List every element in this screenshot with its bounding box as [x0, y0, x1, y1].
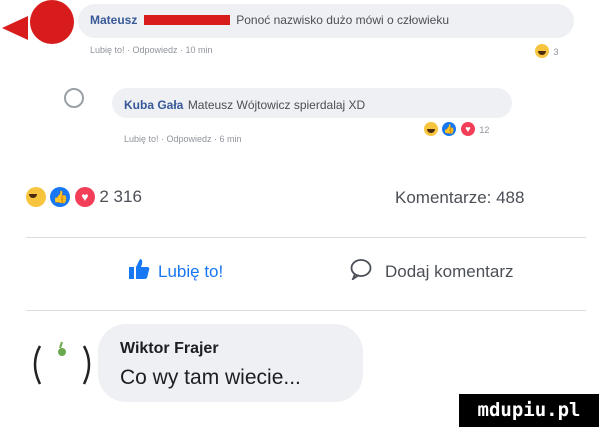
love-reaction-icon: ♥ [74, 187, 95, 207]
comment-2-text: Mateusz Wójtowicz spierdalaj XD [187, 98, 366, 112]
like-thumb-icon[interactable] [128, 258, 150, 280]
haha-emoji-icon [26, 187, 46, 207]
like-reaction-icon: 👍 [442, 121, 457, 136]
comment-1-meta[interactable]: Lubię to! · Odpowiedz · 10 min [90, 45, 213, 55]
comment-1-reactions[interactable]: 3 [535, 42, 558, 60]
comment-1-line: Mateusz Ponoć nazwisko dużo mówi o człow… [90, 11, 449, 29]
avatar-redacted[interactable] [30, 0, 74, 44]
haha-emoji-icon [535, 43, 549, 58]
comment-2-reaction-count: 12 [479, 125, 490, 135]
avatar-wiktor[interactable] [26, 328, 98, 400]
comment-1-text: Ponoć nazwisko dużo mówi o człowieku [236, 13, 450, 27]
comment-2-meta[interactable]: Lubię to! · Odpowiedz · 6 min [124, 134, 242, 144]
like-reaction-icon: 👍 [50, 187, 71, 207]
redaction-bar [143, 14, 230, 25]
comment-1-reaction-count: 3 [553, 47, 559, 57]
comment-2-line: Kuba Gała Mateusz Wójtowicz spierdalaj X… [124, 96, 365, 114]
add-comment-button[interactable]: Dodaj komentarz [385, 262, 514, 282]
comment-bubble-icon[interactable] [350, 258, 372, 282]
comment-2-reactions[interactable]: 👍 ♥ 12 [424, 120, 489, 138]
watermark-logo: mdupiu.pl [459, 394, 599, 427]
red-arrow-marker [2, 16, 28, 40]
divider [26, 310, 586, 311]
like-button[interactable]: Lubię to! [158, 262, 223, 282]
comment-1-author[interactable]: Mateusz [90, 13, 137, 27]
post-reaction-count: 2 316 [99, 187, 142, 206]
post-reactions-summary[interactable]: 👍 ♥ 2 316 [26, 187, 142, 207]
divider [26, 237, 586, 238]
comment-2-author[interactable]: Kuba Gała [124, 98, 183, 112]
comment-3-text: Co wy tam wiecie... [120, 366, 301, 389]
haha-emoji-icon [424, 121, 438, 136]
comment-bubble-3 [98, 324, 363, 402]
comment-3-author[interactable]: Wiktor Frajer [120, 340, 219, 358]
love-reaction-icon: ♥ [460, 121, 475, 136]
avatar-kuba[interactable] [64, 88, 84, 108]
comments-count[interactable]: Komentarze: 488 [395, 188, 524, 208]
